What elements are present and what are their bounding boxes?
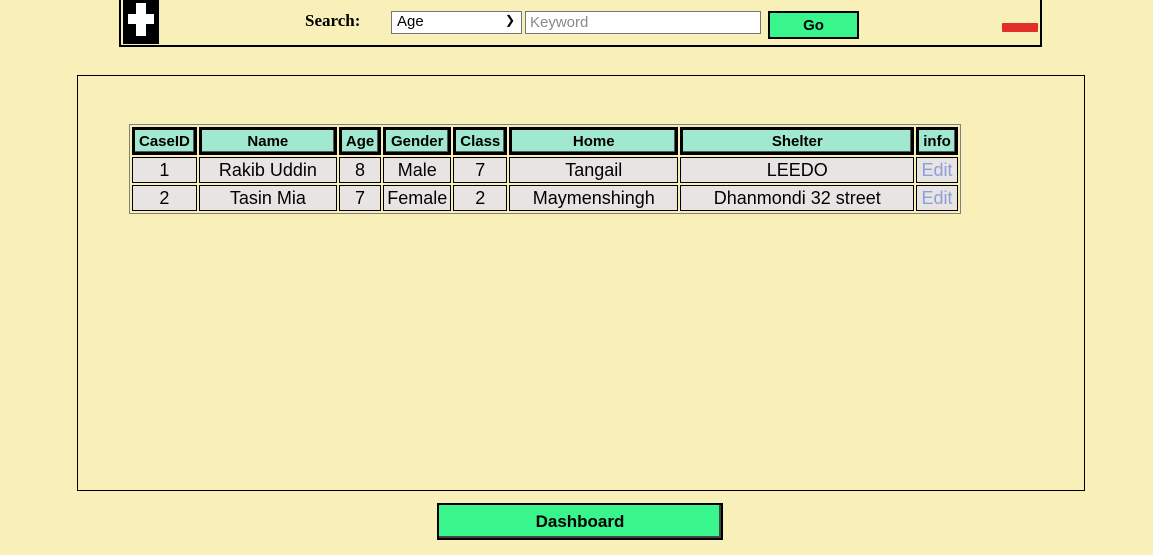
table-header-row: CaseID Name Age Gender Class Home Shelte… <box>132 127 958 155</box>
cell-class: 2 <box>453 185 508 211</box>
dashboard-button[interactable]: Dashboard <box>437 503 723 540</box>
cell-home: Tangail <box>509 157 679 183</box>
table-row: 1 Rakib Uddin 8 Male 7 Tangail LEEDO Edi… <box>132 157 958 183</box>
cell-gender: Female <box>383 185 452 211</box>
header-home: Home <box>509 127 679 155</box>
add-plus-icon[interactable] <box>123 0 159 44</box>
header-gender: Gender <box>383 127 452 155</box>
cell-class: 7 <box>453 157 508 183</box>
cell-caseid: 2 <box>132 185 197 211</box>
header-caseid: CaseID <box>132 127 197 155</box>
cell-shelter: Dhanmondi 32 street <box>680 185 915 211</box>
cases-table: CaseID Name Age Gender Class Home Shelte… <box>129 124 961 214</box>
cell-name: Rakib Uddin <box>198 157 337 183</box>
header-class: Class <box>453 127 508 155</box>
results-panel: CaseID Name Age Gender Class Home Shelte… <box>77 75 1085 491</box>
search-label: Search: <box>305 11 361 30</box>
table-row: 2 Tasin Mia 7 Female 2 Maymenshingh Dhan… <box>132 185 958 211</box>
header-age: Age <box>338 127 382 155</box>
keyword-input[interactable] <box>525 11 761 34</box>
cell-shelter: LEEDO <box>680 157 915 183</box>
cell-home: Maymenshingh <box>509 185 679 211</box>
search-field-select[interactable]: Age ❯ <box>391 11 522 34</box>
chevron-down-icon: ❯ <box>504 13 515 27</box>
edit-link[interactable]: Edit <box>916 157 958 183</box>
header-info: info <box>916 127 958 155</box>
cell-caseid: 1 <box>132 157 197 183</box>
go-button[interactable]: Go <box>768 11 859 39</box>
edit-link[interactable]: Edit <box>916 185 958 211</box>
cell-gender: Male <box>383 157 452 183</box>
cell-age: 7 <box>338 185 382 211</box>
header-name: Name <box>198 127 337 155</box>
cell-age: 8 <box>338 157 382 183</box>
header-shelter: Shelter <box>680 127 915 155</box>
remove-minus-icon[interactable] <box>1002 0 1038 44</box>
cell-name: Tasin Mia <box>198 185 337 211</box>
search-field-selected-value: Age <box>397 13 424 30</box>
search-bar: Search: Age ❯ Go <box>119 0 1042 47</box>
